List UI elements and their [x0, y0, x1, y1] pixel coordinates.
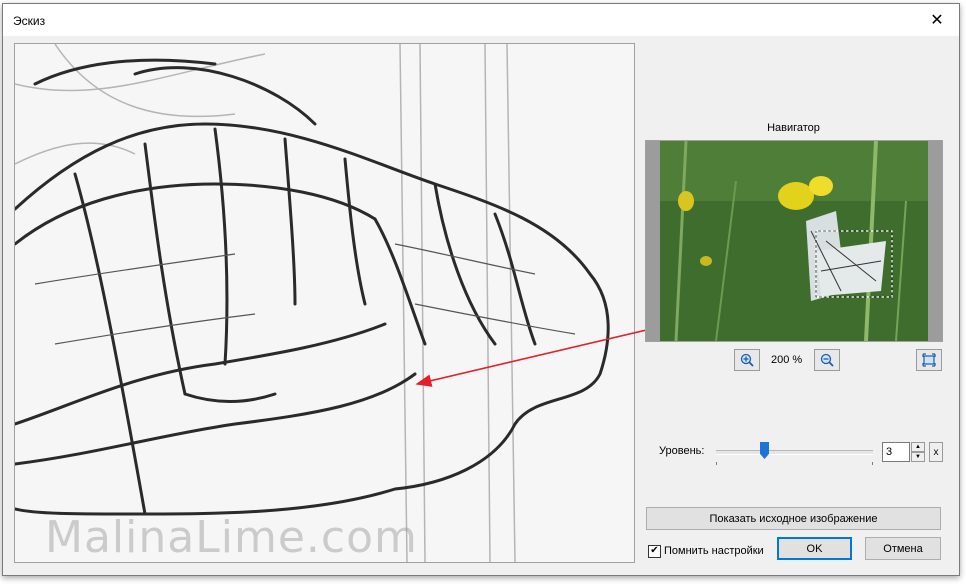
zoom-level-label: 200 %	[771, 354, 803, 366]
spin-down-button[interactable]: ▼	[911, 452, 925, 462]
ok-button[interactable]: OK	[777, 537, 852, 560]
fit-to-window-icon	[922, 353, 936, 367]
close-icon: ✕	[930, 12, 944, 29]
zoom-in-icon	[740, 353, 754, 367]
level-input[interactable]	[882, 442, 910, 462]
zoom-out-button[interactable]	[814, 349, 840, 371]
zoom-in-button[interactable]	[734, 349, 760, 371]
dialog-title: Эскиз	[13, 14, 46, 28]
show-original-button[interactable]: Показать исходное изображение	[646, 507, 941, 530]
checkmark-icon: ✔	[650, 545, 659, 556]
level-spinner: ▲ ▼	[911, 442, 925, 462]
slider-thumb[interactable]	[760, 442, 769, 459]
navigator-preview[interactable]	[645, 140, 943, 342]
title-bar: Эскиз ✕	[3, 4, 959, 36]
navigator-thumbnail	[646, 141, 942, 341]
chevron-up-icon: ▲	[915, 444, 921, 450]
spin-up-button[interactable]: ▲	[911, 442, 925, 452]
level-label: Уровень:	[659, 445, 705, 457]
remember-label: Помнить настройки	[664, 545, 764, 557]
slider-track	[716, 450, 873, 455]
fit-to-window-button[interactable]	[916, 349, 942, 371]
remember-checkbox[interactable]: ✔	[648, 544, 661, 558]
remember-settings[interactable]: ✔ Помнить настройки	[648, 543, 764, 559]
sketch-dialog: Эскиз ✕ MalinaLime.com Навигатор 200 % У…	[2, 3, 960, 576]
zoom-out-icon	[820, 353, 834, 367]
navigator-title: Навигатор	[767, 122, 820, 134]
level-slider[interactable]	[716, 441, 873, 465]
zoom-controls: 200 %	[734, 349, 944, 373]
reset-level-button[interactable]: x	[929, 442, 943, 462]
cancel-button[interactable]: Отмена	[865, 537, 941, 560]
slider-tick	[872, 462, 873, 465]
chevron-down-icon: ▼	[915, 454, 921, 460]
slider-tick	[716, 462, 717, 465]
close-button[interactable]: ✕	[915, 4, 959, 36]
